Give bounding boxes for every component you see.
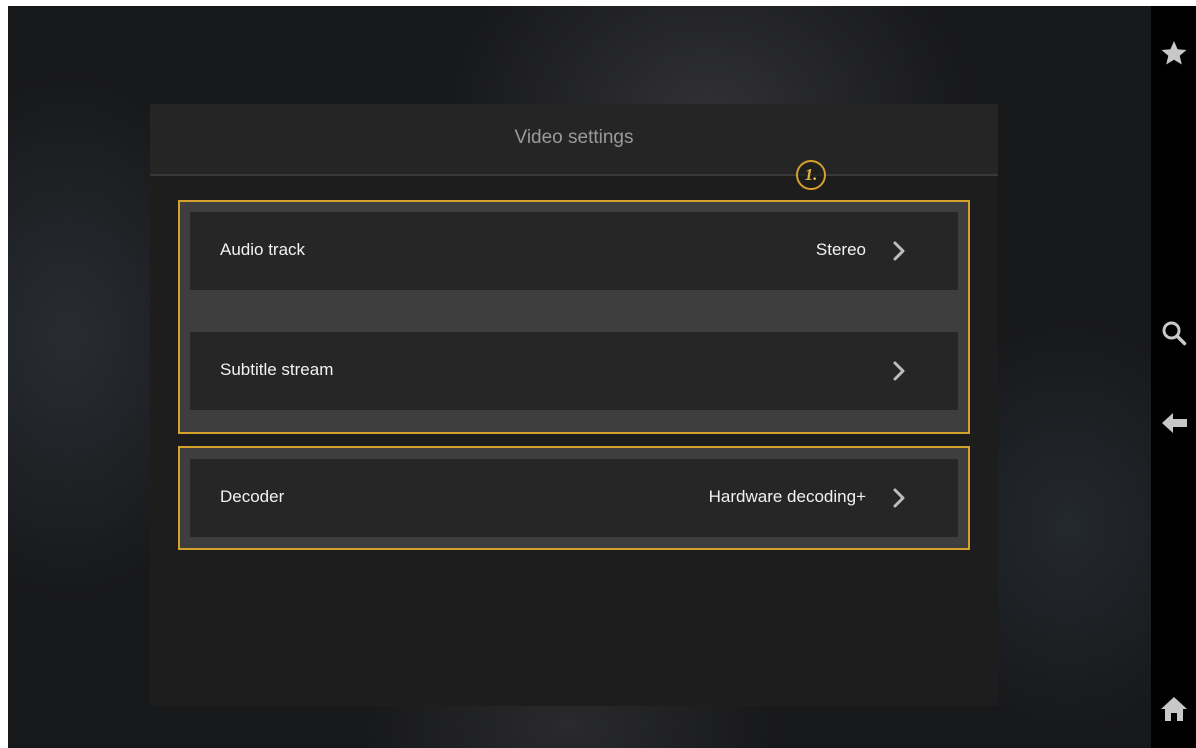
back-arrow-icon[interactable] [1159, 408, 1189, 438]
highlight-frame-tracks: Audio track Stereo Subtitle stream [178, 200, 970, 434]
search-icon[interactable] [1159, 318, 1189, 348]
video-settings-dialog: Video settings 1. Audio track Stereo Sub… [150, 104, 998, 706]
star-icon[interactable] [1159, 38, 1189, 68]
dialog-title: Video settings [514, 127, 634, 148]
video-player-screen: Video settings 1. Audio track Stereo Sub… [8, 6, 1196, 748]
highlight-frame-decoder: Decoder Hardware decoding+ [178, 446, 970, 550]
chevron-right-icon [892, 240, 906, 262]
audio-track-label: Audio track [220, 240, 306, 259]
subtitle-stream-row[interactable]: Subtitle stream [190, 332, 958, 410]
side-navigation-bar [1151, 6, 1196, 748]
chevron-right-icon [892, 360, 906, 382]
audio-track-value: Stereo [815, 240, 866, 259]
decoder-row[interactable]: Decoder Hardware decoding+ [190, 459, 958, 537]
subtitle-stream-label: Subtitle stream [220, 360, 334, 379]
decoder-value: Hardware decoding+ [708, 487, 866, 506]
decoder-label: Decoder [220, 487, 285, 506]
dialog-header: Video settings [150, 104, 998, 176]
step-callout-badge: 1. [796, 160, 826, 190]
chevron-right-icon [892, 487, 906, 509]
audio-track-row[interactable]: Audio track Stereo [190, 212, 958, 290]
home-icon[interactable] [1159, 694, 1189, 724]
